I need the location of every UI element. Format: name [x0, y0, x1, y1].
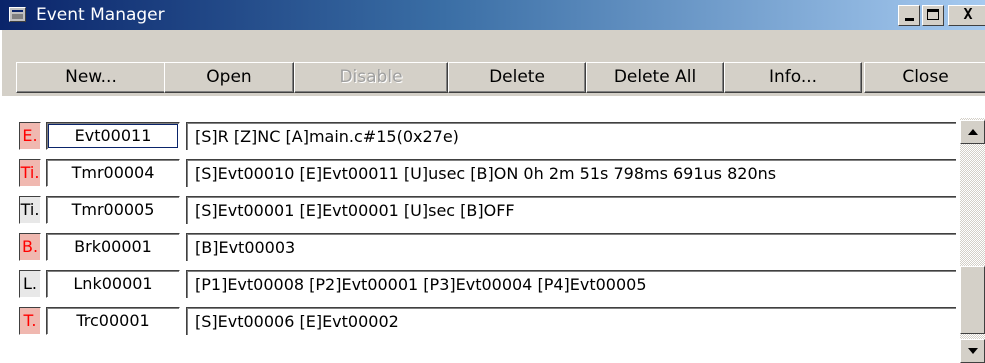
- delete-all-button[interactable]: Delete All: [586, 62, 724, 93]
- event-id[interactable]: Trc00001: [46, 307, 180, 335]
- maximize-icon: [927, 9, 939, 20]
- scroll-down-arrow-icon[interactable]: [960, 339, 985, 363]
- event-description[interactable]: [S]Evt00001 [E]Evt00001 [U]sec [B]OFF: [186, 196, 956, 224]
- toolbar: New... Open Disable Delete Delete All In…: [0, 30, 985, 96]
- event-description[interactable]: [S]Evt00010 [E]Evt00011 [U]usec [B]ON 0h…: [186, 159, 956, 187]
- event-description[interactable]: [P1]Evt00008 [P2]Evt00001 [P3]Evt00004 […: [186, 270, 956, 298]
- event-row[interactable]: Ti. Tmr00004 [S]Evt00010 [E]Evt00011 [U]…: [0, 155, 960, 192]
- event-type-icon[interactable]: Ti.: [19, 196, 41, 224]
- delete-button[interactable]: Delete: [448, 62, 586, 93]
- event-type-icon[interactable]: T.: [19, 307, 41, 335]
- close-button[interactable]: Close: [864, 62, 985, 93]
- scroll-thumb[interactable]: [960, 266, 985, 334]
- new-button[interactable]: New...: [16, 62, 166, 93]
- event-type-icon[interactable]: E.: [19, 122, 41, 150]
- event-row[interactable]: T. Trc00001 [S]Evt00006 [E]Evt00002: [0, 303, 960, 340]
- event-description[interactable]: [B]Evt00003: [186, 233, 956, 261]
- open-button[interactable]: Open: [164, 62, 294, 93]
- event-row[interactable]: B. Brk00001 [B]Evt00003: [0, 229, 960, 266]
- event-type-icon[interactable]: Ti.: [19, 159, 41, 187]
- event-type-icon[interactable]: L.: [19, 270, 41, 298]
- event-manager-app-icon[interactable]: [9, 7, 26, 22]
- event-list[interactable]: E. Evt00011 [S]R [Z]NC [A]main.c#15(0x27…: [0, 118, 960, 363]
- event-description[interactable]: [S]R [Z]NC [A]main.c#15(0x27e): [186, 122, 956, 150]
- vertical-scrollbar[interactable]: [960, 118, 985, 363]
- scroll-up-arrow-icon[interactable]: [960, 120, 985, 144]
- minimize-icon: [905, 18, 914, 21]
- disable-button[interactable]: Disable: [294, 62, 448, 93]
- event-description[interactable]: [S]Evt00006 [E]Evt00002: [186, 307, 956, 335]
- event-id[interactable]: Evt00011: [46, 122, 180, 150]
- window-close-button[interactable]: X: [948, 5, 985, 26]
- event-id[interactable]: Lnk00001: [46, 270, 180, 298]
- window-title: Event Manager: [36, 5, 165, 25]
- event-type-icon[interactable]: B.: [19, 233, 41, 261]
- toolbar-spacer: [0, 96, 985, 118]
- maximize-button[interactable]: [922, 5, 944, 26]
- event-id[interactable]: Tmr00004: [46, 159, 180, 187]
- title-bar[interactable]: Event Manager X: [0, 0, 985, 30]
- close-icon: X: [963, 5, 973, 23]
- event-row[interactable]: E. Evt00011 [S]R [Z]NC [A]main.c#15(0x27…: [0, 118, 960, 155]
- event-row[interactable]: L. Lnk00001 [P1]Evt00008 [P2]Evt00001 [P…: [0, 266, 960, 303]
- minimize-button[interactable]: [898, 5, 920, 26]
- info-button[interactable]: Info...: [724, 62, 862, 93]
- event-id[interactable]: Tmr00005: [46, 196, 180, 224]
- event-row[interactable]: Ti. Tmr00005 [S]Evt00001 [E]Evt00001 [U]…: [0, 192, 960, 229]
- event-id[interactable]: Brk00001: [46, 233, 180, 261]
